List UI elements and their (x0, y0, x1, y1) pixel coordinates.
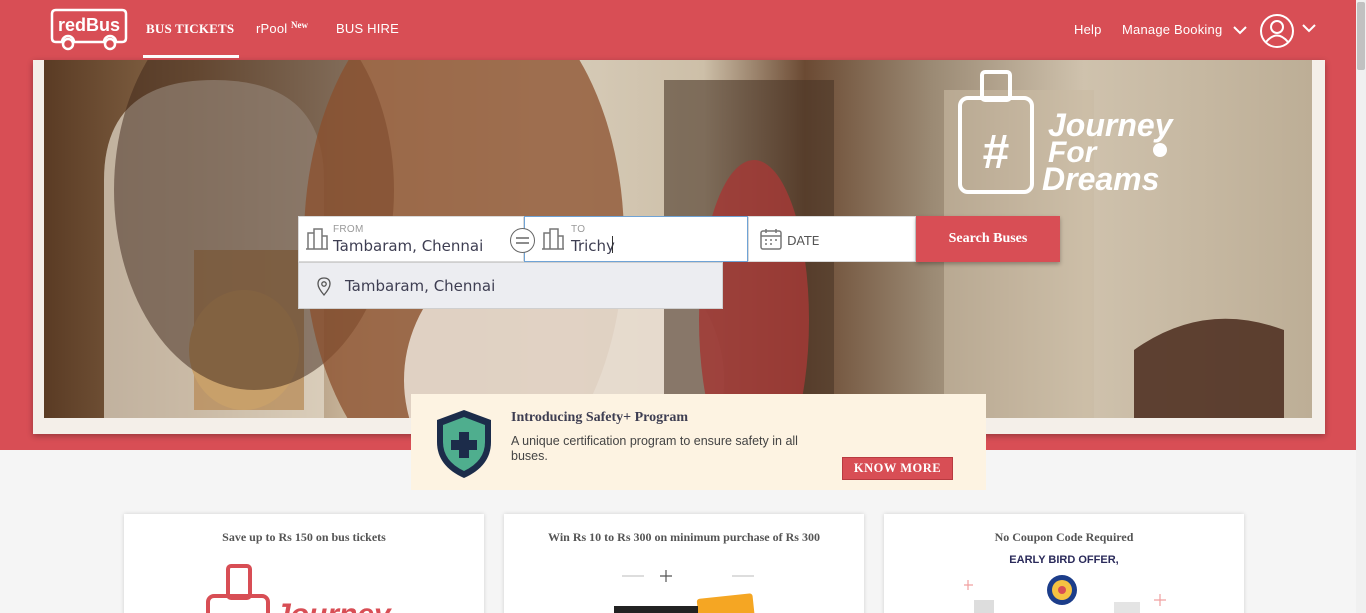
offer-title: Win Rs 10 to Rs 300 on minimum purchase … (548, 530, 820, 544)
text-cursor (612, 236, 613, 253)
nav-manage-booking[interactable]: Manage Booking (1122, 22, 1222, 37)
date-placeholder[interactable]: DATE (787, 233, 820, 248)
search-buses-button[interactable]: Search Buses (916, 216, 1060, 262)
offer-card[interactable]: Save up to Rs 150 on bus tickets Journey (124, 514, 484, 613)
nav-bus-tickets[interactable]: BUS TICKETS (146, 21, 234, 37)
gift-voucher-illustration (614, 570, 756, 613)
offer-subtitle: EARLY BIRD OFFER, (1009, 554, 1119, 566)
swap-cities-button[interactable] (510, 228, 535, 253)
nav-help[interactable]: Help (1074, 22, 1102, 37)
nav-bus-hire[interactable]: BUS HIRE (336, 21, 399, 36)
location-pin-icon (317, 277, 331, 296)
offer-title: No Coupon Code Required (994, 530, 1134, 544)
safety-plus-banner: Introducing Safety+ Program A unique cer… (411, 394, 986, 490)
chevron-down-icon[interactable] (1301, 23, 1317, 33)
nav-active-underline (143, 55, 239, 58)
swap-icon (516, 237, 529, 244)
suggestion-text: Tambaram, Chennai (345, 277, 496, 295)
offer-image-text: Journey (274, 598, 392, 613)
tagline-line3: Dreams (1042, 161, 1159, 197)
chevron-down-icon[interactable] (1232, 25, 1248, 35)
to-field[interactable]: TO Trichy (524, 216, 748, 262)
offer-title: Save up to Rs 150 on bus tickets (222, 530, 386, 544)
journey-for-dreams-logo: # Journey For Dreams (958, 70, 1175, 197)
safety-title: Introducing Safety+ Program (511, 410, 689, 425)
rpool-new-badge: New (291, 20, 308, 30)
offer-card[interactable]: Win Rs 10 to Rs 300 on minimum purchase … (504, 514, 864, 613)
suggestion-item[interactable]: Tambaram, Chennai (298, 262, 723, 309)
from-field[interactable]: FROM Tambaram, Chennai (298, 216, 524, 262)
from-label: FROM (333, 224, 364, 235)
journey-logo-image: Journey (206, 564, 392, 613)
offer-card[interactable]: No Coupon Code Required EARLY BIRD OFFER… (884, 514, 1244, 613)
scrollbar-thumb[interactable] (1357, 2, 1365, 70)
to-label: TO (571, 224, 586, 235)
nav-rpool[interactable]: rPool (256, 21, 287, 36)
hashtag-symbol: # (983, 126, 1010, 179)
early-bird-illustration (964, 575, 1166, 613)
shield-plus-icon (437, 410, 491, 478)
top-header: redBus BUS TICKETS rPool New BUS HIRE He… (0, 0, 1356, 60)
city-buildings-icon (542, 228, 564, 250)
logo-text: redBus (58, 15, 120, 35)
know-more-button[interactable]: KNOW MORE (842, 457, 953, 480)
calendar-icon (760, 229, 782, 250)
from-value[interactable]: Tambaram, Chennai (333, 237, 483, 255)
date-field[interactable]: DATE (748, 216, 916, 262)
scrollbar-track[interactable] (1356, 0, 1366, 613)
city-buildings-icon (306, 228, 328, 250)
page: redBus BUS TICKETS rPool New BUS HIRE He… (0, 0, 1366, 613)
safety-description: A unique certification program to ensure… (511, 434, 798, 463)
profile-icon[interactable] (1259, 13, 1295, 49)
to-value[interactable]: Trichy (571, 237, 615, 255)
redbus-logo[interactable]: redBus (50, 6, 128, 52)
